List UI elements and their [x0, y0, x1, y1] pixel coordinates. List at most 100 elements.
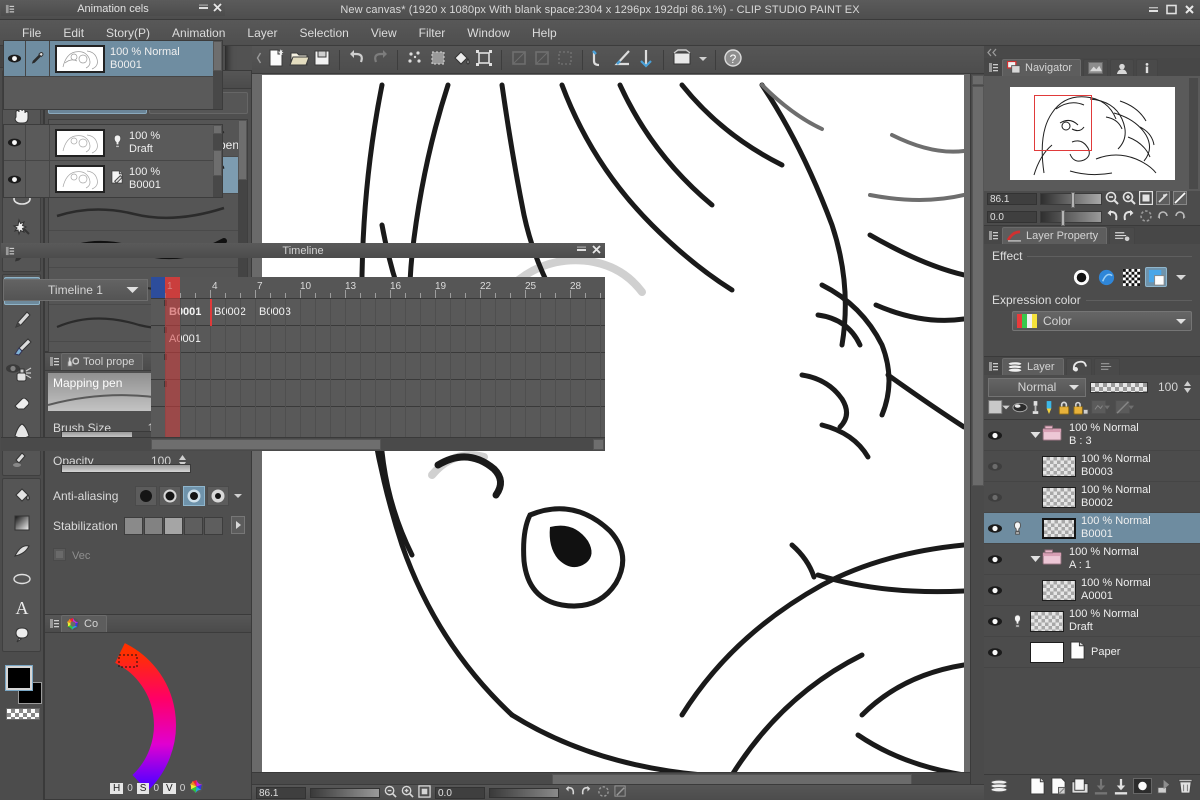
animation-cels-list-top[interactable]: 100 % Normal B0001	[3, 40, 223, 110]
status-zoom-out-icon[interactable]	[384, 785, 397, 800]
stabilization-cell-0[interactable]	[124, 517, 143, 535]
ref-icon[interactable]	[1006, 520, 1028, 537]
layer-visibility-icon[interactable]	[984, 461, 1006, 472]
scale-rotate-icon[interactable]	[474, 48, 494, 71]
tab-item-bank[interactable]	[1110, 59, 1134, 76]
opacity-slider[interactable]	[61, 464, 191, 473]
status-rotation-slider[interactable]	[489, 788, 559, 798]
layer-opacity-value[interactable]: 100	[1152, 380, 1178, 394]
open-icon[interactable]	[289, 48, 309, 71]
toolprop-menu-icon[interactable]	[47, 355, 61, 369]
transparent-color-chip[interactable]	[6, 708, 40, 720]
status-zoom-value[interactable]: 86.1	[256, 787, 306, 799]
status-rotate-right-icon[interactable]	[580, 785, 593, 800]
merge-down-icon[interactable]	[1093, 778, 1109, 798]
timeline-ruler[interactable]: 1 4 7 10 13 16 19 22 25 28	[151, 277, 605, 299]
scrollbar-thumb[interactable]	[213, 150, 222, 176]
color-wheel-button[interactable]	[189, 779, 204, 797]
tab-tool-property[interactable]: Tool prope	[61, 353, 143, 370]
new-raster-layer-icon[interactable]	[1029, 777, 1046, 798]
layer-visibility-icon[interactable]	[984, 523, 1006, 534]
layer-thumbnail[interactable]	[1042, 456, 1076, 477]
pencil-tool-icon[interactable]	[4, 305, 40, 333]
scrollbar-thumb[interactable]	[972, 86, 984, 486]
layer-visibility-icon[interactable]	[984, 647, 1006, 658]
layer-opacity-slider[interactable]	[1090, 382, 1148, 393]
status-fit-icon[interactable]	[418, 785, 431, 800]
navigator-zoom-out-icon[interactable]	[1105, 191, 1119, 208]
fill-selection-icon[interactable]	[428, 48, 448, 71]
antialiasing-weak-icon[interactable]	[159, 486, 181, 506]
navigator-mirror-icon[interactable]	[1173, 191, 1187, 208]
cel-visibility-icon[interactable]	[4, 125, 26, 160]
navigator-rotate-right-icon[interactable]	[1122, 209, 1136, 226]
invert-icon[interactable]	[532, 48, 552, 71]
navigator-fit-icon[interactable]	[1139, 191, 1153, 208]
stabilization-cells[interactable]	[124, 517, 223, 535]
clear-icon[interactable]	[405, 48, 425, 71]
layer-visibility-icon[interactable]	[984, 616, 1006, 627]
color-wheel-graphic[interactable]	[45, 633, 251, 793]
fill-icon[interactable]	[451, 48, 471, 71]
maximize-icon[interactable]	[1164, 2, 1179, 17]
stabilization-cell-1[interactable]	[144, 517, 163, 535]
chevron-down-icon[interactable]	[698, 54, 708, 66]
balloon-tool-icon[interactable]	[4, 621, 40, 649]
lock-transparency-icon[interactable]	[1073, 400, 1089, 419]
lightbulb-icon[interactable]	[1006, 613, 1028, 630]
timeline-playhead[interactable]	[165, 277, 180, 437]
timeline-cell[interactable]: B0002	[210, 301, 255, 323]
status-rotate-left-icon[interactable]	[563, 785, 576, 800]
timeline-lane-paper[interactable]	[151, 380, 605, 407]
crop-icon[interactable]	[509, 48, 529, 71]
blend-mode-combo[interactable]: Normal	[988, 378, 1086, 397]
deselect-icon[interactable]	[555, 48, 575, 71]
menu-item-view[interactable]: View	[361, 23, 407, 43]
subtool-item-2[interactable]	[49, 194, 247, 231]
new-folder-icon[interactable]	[1071, 778, 1089, 798]
stabilization-cell-2[interactable]	[164, 517, 183, 535]
navigator-reset-icon[interactable]	[1139, 209, 1153, 226]
status-flip-icon[interactable]	[614, 785, 627, 800]
layer-thumbnail[interactable]	[1030, 642, 1064, 663]
frame-border-tool-icon[interactable]	[4, 565, 40, 593]
layer-thumbnail[interactable]	[1042, 580, 1076, 601]
tab-navigator[interactable]: Navigator	[1002, 59, 1081, 76]
delete-layer-icon[interactable]	[1177, 777, 1194, 798]
navigator-rotate-left-icon[interactable]	[1105, 209, 1119, 226]
color-wheel-area[interactable]	[45, 633, 251, 793]
cel-visibility-icon[interactable]	[4, 161, 26, 197]
animcels-minimize-icon[interactable]	[198, 2, 209, 16]
navigator-thumbnail[interactable]	[1010, 87, 1175, 180]
halftone-icon[interactable]	[1120, 267, 1142, 287]
scroll-up-arrow[interactable]	[972, 75, 984, 85]
timeline-lane-a[interactable]: A0001	[151, 326, 605, 353]
text-tool-icon[interactable]: A	[4, 593, 40, 621]
new-icon[interactable]	[266, 48, 286, 71]
timeline-horizontal-scrollbar[interactable]	[1, 437, 605, 451]
mask-toggle-icon[interactable]	[1133, 778, 1152, 797]
layer-menu-icon[interactable]	[986, 359, 1000, 373]
snap-special-icon[interactable]	[636, 48, 656, 71]
menu-item-layer[interactable]: Layer	[237, 23, 287, 43]
animation-cel-row[interactable]: 100 % Normal B0001	[4, 41, 222, 77]
layer-row-a-folder[interactable]: 100 % Normal A : 1	[984, 544, 1200, 575]
layer-row-b0003[interactable]: 100 % Normal B0003	[984, 451, 1200, 482]
merge-selected-icon[interactable]	[1113, 778, 1129, 798]
show-frame-icon[interactable]	[671, 48, 695, 71]
navigator-zoom-slider[interactable]	[1040, 193, 1102, 205]
timeline-cell[interactable]: A0001	[165, 328, 605, 350]
palette-color-icon[interactable]	[1012, 400, 1028, 418]
eraser-tool-icon[interactable]	[4, 389, 40, 417]
layerprop-menu-icon[interactable]	[986, 228, 1000, 242]
clip-below-icon[interactable]	[1030, 400, 1041, 418]
chevron-down-icon[interactable]	[126, 286, 139, 295]
tab-layer-property[interactable]: Layer Property	[1002, 227, 1107, 244]
lock-icon[interactable]	[1057, 400, 1071, 419]
animcels-top-scrollbar[interactable]	[213, 41, 222, 109]
stabilization-cell-4[interactable]	[204, 517, 223, 535]
navigator-view-rect[interactable]	[1034, 95, 1092, 151]
scrollbar-thumb[interactable]	[213, 41, 222, 71]
navigator-zoom-in-icon[interactable]	[1122, 191, 1136, 208]
ruler-icon[interactable]	[1043, 400, 1055, 419]
